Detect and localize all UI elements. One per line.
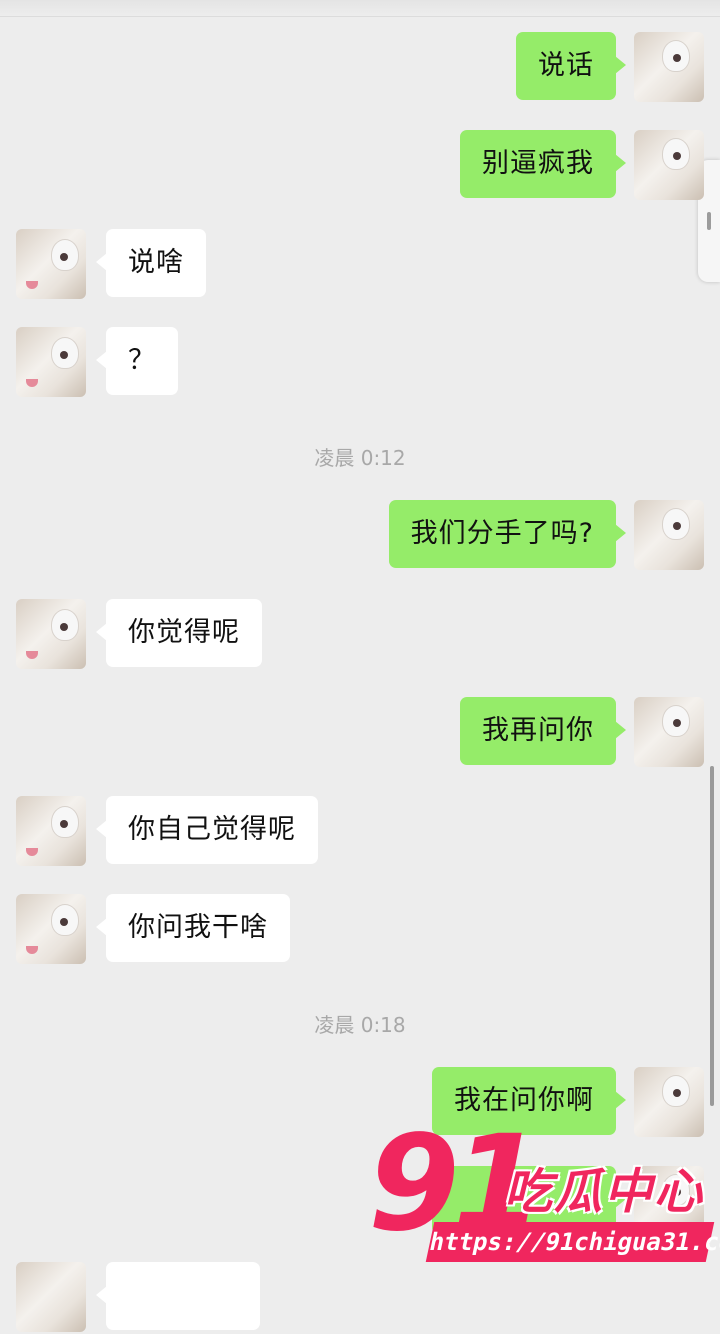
timestamp: 凌晨 0:12 <box>314 446 406 470</box>
message-bubble-sent-partial[interactable] <box>432 1166 626 1234</box>
message-row: 我们分手了吗? <box>0 500 720 572</box>
message-bubble-received[interactable]: 你觉得呢 <box>96 599 262 667</box>
timestamp: 凌晨 0:18 <box>314 1013 406 1037</box>
self-avatar[interactable] <box>634 500 704 570</box>
message-bubble-sent[interactable]: 说话 <box>516 32 626 100</box>
message-row: 你觉得呢 <box>0 599 720 671</box>
message-row: 说啥 <box>0 229 720 301</box>
contact-avatar[interactable] <box>16 327 86 397</box>
header-divider <box>0 0 720 17</box>
message-row: 你问我干啥 <box>0 894 720 966</box>
self-avatar[interactable] <box>634 32 704 102</box>
grip-icon <box>707 212 711 230</box>
contact-avatar[interactable] <box>16 796 86 866</box>
message-bubble-received-partial[interactable] <box>96 1262 260 1330</box>
message-row: 我在问你啊 <box>0 1067 720 1139</box>
message-row: 说话 <box>0 32 720 104</box>
message-row: 别逼疯我 <box>0 130 720 202</box>
message-row: ？ <box>0 327 720 399</box>
self-avatar[interactable] <box>634 1067 704 1137</box>
message-bubble-sent[interactable]: 别逼疯我 <box>460 130 626 198</box>
self-avatar[interactable] <box>634 697 704 767</box>
message-bubble-received[interactable]: 你自己觉得呢 <box>96 796 318 864</box>
message-bubble-sent[interactable]: 我再问你 <box>460 697 626 765</box>
message-bubble-received[interactable]: 你问我干啥 <box>96 894 290 962</box>
contact-avatar[interactable] <box>16 1262 86 1332</box>
contact-avatar[interactable] <box>16 229 86 299</box>
message-bubble-sent[interactable]: 我在问你啊 <box>432 1067 626 1135</box>
message-row: 我再问你 <box>0 697 720 769</box>
message-bubble-received[interactable]: ？ <box>96 327 178 395</box>
contact-avatar[interactable] <box>16 894 86 964</box>
contact-avatar[interactable] <box>16 599 86 669</box>
message-bubble-sent[interactable]: 我们分手了吗? <box>388 500 627 568</box>
self-avatar[interactable] <box>634 1166 704 1236</box>
message-bubble-received[interactable]: 说啥 <box>96 229 206 297</box>
message-row <box>0 1166 720 1238</box>
message-row: 你自己觉得呢 <box>0 796 720 868</box>
scrollbar[interactable] <box>710 766 714 1106</box>
self-avatar[interactable] <box>634 130 704 200</box>
message-row-partial <box>0 1262 720 1334</box>
